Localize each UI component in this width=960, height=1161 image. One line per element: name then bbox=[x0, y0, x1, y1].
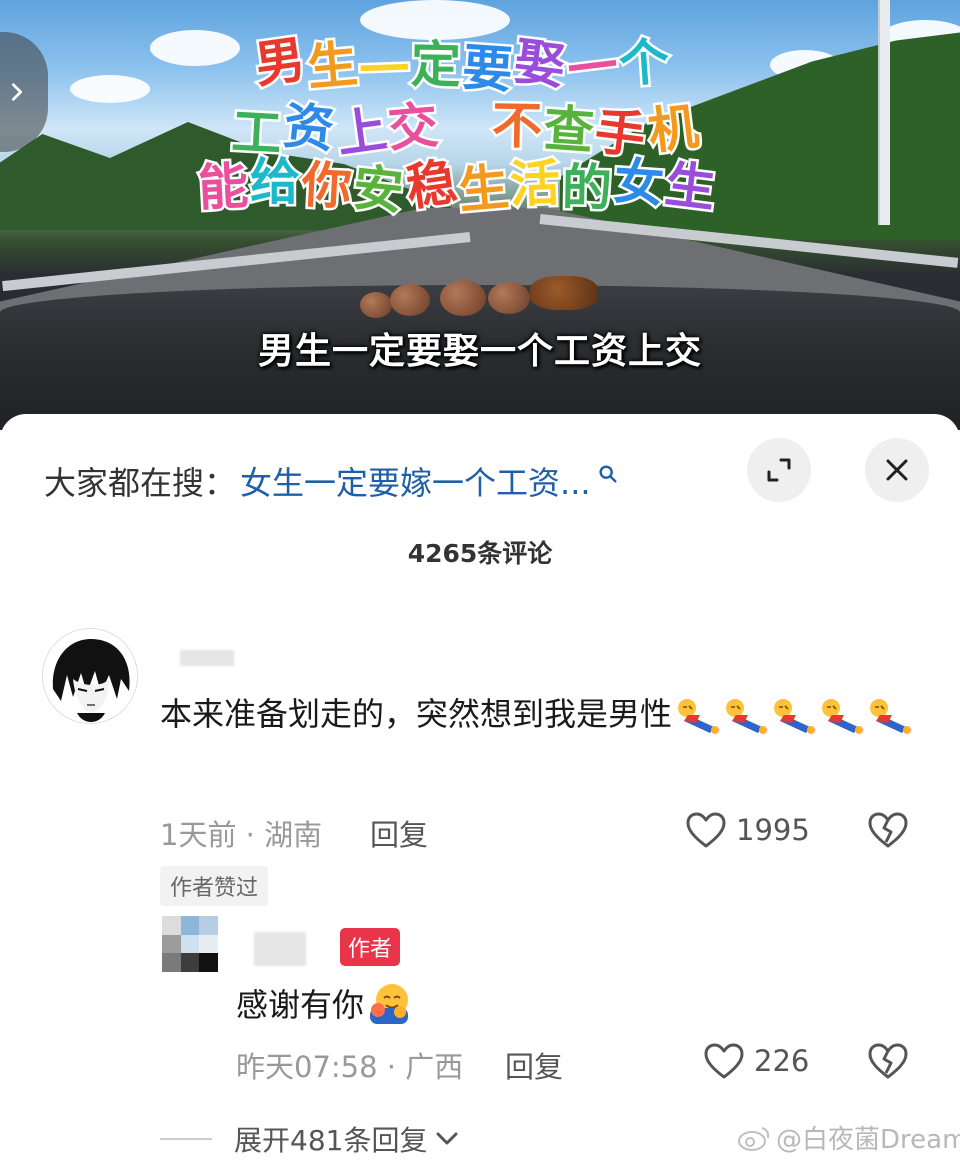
overlay-char: 生 bbox=[660, 153, 724, 222]
heart-icon bbox=[704, 1043, 744, 1079]
dashboard-ornament bbox=[488, 282, 530, 314]
lying-down-emoji-icon bbox=[870, 699, 912, 734]
dashboard-ornament bbox=[440, 280, 486, 316]
overlay-char: 活 bbox=[507, 152, 566, 217]
comment-time-location: 1天前 · 湖南 bbox=[160, 818, 323, 852]
dashboard-ornament bbox=[390, 284, 430, 316]
lying-down-emoji-icon bbox=[774, 699, 816, 734]
chevron-right-icon bbox=[11, 83, 23, 101]
hugging-emoji-icon bbox=[370, 984, 409, 1024]
expand-icon bbox=[767, 458, 791, 482]
broken-heart-icon[interactable] bbox=[866, 810, 910, 850]
overlay-char: 稳 bbox=[400, 150, 465, 220]
comment-body: 本来准备划走的，突然想到我是男性 bbox=[160, 695, 673, 733]
reply-body: 感谢有你 bbox=[236, 986, 365, 1024]
heart-icon bbox=[686, 812, 726, 848]
trending-search-prefix: 大家都在搜： bbox=[44, 464, 237, 502]
reply-button[interactable]: 回复 bbox=[370, 812, 428, 854]
video-player[interactable]: 男生一定要娶一个 工资上交 不查手机 能给你安稳生活的女生 男生一定要娶一个工资… bbox=[0, 0, 960, 430]
dashboard-ornament bbox=[360, 292, 392, 318]
overlay-char: 个 bbox=[615, 30, 676, 96]
avatar[interactable] bbox=[162, 916, 218, 972]
overlay-char: 你 bbox=[298, 153, 358, 219]
divider bbox=[160, 1138, 212, 1140]
like-count: 226 bbox=[754, 1044, 810, 1078]
overlay-char: 给 bbox=[248, 151, 303, 214]
close-icon bbox=[886, 459, 908, 481]
overlay-char: 女 bbox=[609, 150, 670, 216]
overlay-char: 生 bbox=[454, 155, 516, 222]
like-button[interactable]: 226 bbox=[702, 1041, 809, 1081]
close-button[interactable] bbox=[865, 438, 929, 502]
overlay-char: 能 bbox=[194, 154, 254, 220]
watermark: @白夜菌Dream bbox=[736, 1119, 960, 1156]
expand-button[interactable] bbox=[747, 438, 811, 502]
lying-down-emoji-icon bbox=[822, 699, 864, 734]
overlay-char: 的 bbox=[559, 156, 617, 220]
dashboard-ornament bbox=[530, 276, 598, 310]
expand-replies-button[interactable]: 展开481条回复 bbox=[160, 1119, 459, 1159]
lying-down-emoji-icon bbox=[678, 699, 720, 734]
chevron-down-icon bbox=[436, 1132, 458, 1145]
comments-sheet: 大家都在搜： 女生一定要嫁一个工资... 4265条评论 本来准备划走的，突然想… bbox=[0, 414, 960, 1161]
cloud bbox=[150, 30, 240, 66]
light-pole bbox=[878, 0, 890, 225]
overlay-char: 男 bbox=[249, 27, 314, 97]
reply-button[interactable]: 回复 bbox=[505, 1044, 563, 1086]
author-liked-tag: 作者赞过 bbox=[160, 866, 269, 906]
expand-replies-label: 展开481条回复 bbox=[234, 1124, 428, 1157]
video-subtitle: 男生一定要娶一个工资上交 bbox=[257, 331, 702, 372]
search-icon bbox=[599, 465, 617, 483]
previous-video-button[interactable] bbox=[0, 32, 48, 152]
author-badge: 作者 bbox=[340, 928, 401, 966]
overlay-char: 安 bbox=[348, 156, 411, 224]
overlay-title-line-3: 能给你安稳生活的女生 bbox=[194, 146, 723, 224]
reply-time-location: 昨天07:58 · 广西 bbox=[236, 1050, 464, 1084]
broken-heart-icon[interactable] bbox=[866, 1041, 910, 1081]
overlay-title-line-1: 男生一定要娶一个 bbox=[249, 26, 676, 102]
comment-text: 本来准备划走的，突然想到我是男性 bbox=[160, 686, 920, 742]
reply-text: 感谢有你 bbox=[236, 980, 412, 1026]
avatar[interactable] bbox=[42, 628, 138, 724]
trending-search[interactable]: 大家都在搜： 女生一定要嫁一个工资... bbox=[44, 458, 619, 504]
trending-search-query[interactable]: 女生一定要嫁一个工资... bbox=[240, 458, 591, 504]
like-button[interactable]: 1995 bbox=[684, 810, 810, 850]
username-redacted bbox=[180, 650, 234, 666]
emoji-group bbox=[672, 695, 912, 734]
cloud bbox=[70, 75, 150, 103]
username-redacted bbox=[254, 932, 306, 966]
weibo-icon bbox=[738, 1126, 770, 1151]
watermark-text: @白夜菌Dream bbox=[776, 1125, 960, 1155]
comments-count: 4265条评论 bbox=[407, 539, 553, 568]
lying-down-emoji-icon bbox=[726, 699, 768, 734]
like-count: 1995 bbox=[736, 813, 810, 847]
anime-avatar-icon bbox=[43, 629, 137, 723]
